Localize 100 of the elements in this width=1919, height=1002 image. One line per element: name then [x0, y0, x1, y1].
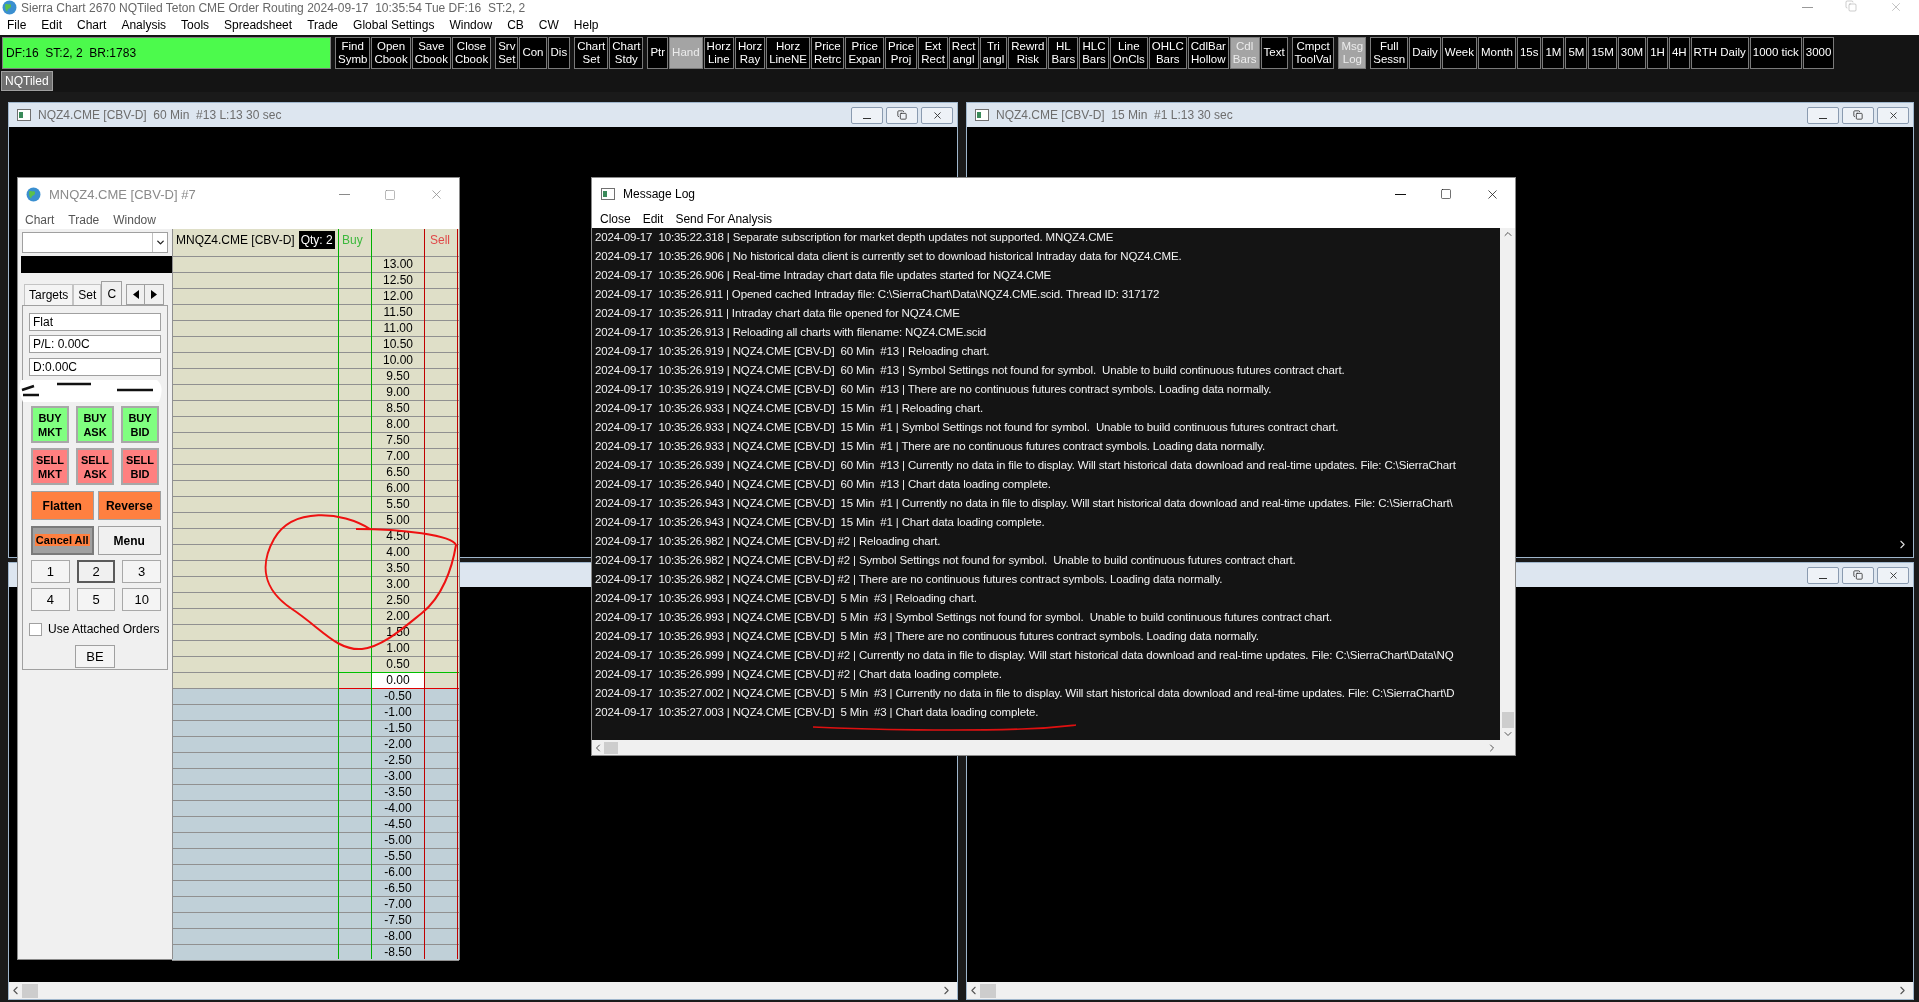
horizontal-scrollbar[interactable]: [967, 982, 1913, 999]
minimize-button[interactable]: [1807, 106, 1839, 124]
restore-button[interactable]: [1842, 106, 1874, 124]
toolbar-button[interactable]: Chart Set: [574, 36, 609, 69]
toolbar-button[interactable]: Chart Stdy: [609, 36, 644, 69]
price-cell[interactable]: -0.50: [372, 689, 424, 704]
symbol-dropdown[interactable]: [22, 232, 168, 253]
price-cell[interactable]: -5.00: [372, 833, 424, 848]
price-cell[interactable]: -1.00: [372, 705, 424, 720]
price-cell[interactable]: -8.50: [372, 945, 424, 960]
price-cell[interactable]: 5.00: [372, 513, 424, 528]
menu-item[interactable]: Close: [600, 210, 631, 228]
breakeven-button[interactable]: BE: [75, 645, 115, 668]
toolbar-button[interactable]: Rewrd Risk: [1008, 36, 1048, 69]
toolbar-button[interactable]: 30M: [1617, 36, 1647, 69]
price-cell[interactable]: 4.00: [372, 545, 424, 560]
price-cell[interactable]: 0.50: [372, 657, 424, 672]
toolbar-button[interactable]: Ext Rect: [918, 36, 948, 69]
price-cell[interactable]: -3.50: [372, 785, 424, 800]
price-cell[interactable]: -5.50: [372, 849, 424, 864]
price-cell[interactable]: 10.50: [372, 337, 424, 352]
flatten-button[interactable]: Flatten: [31, 491, 94, 520]
menu-item[interactable]: File: [7, 16, 27, 34]
quantity-button[interactable]: 5: [76, 588, 116, 611]
toolbar-button[interactable]: Ptr: [647, 36, 669, 69]
toolbar-button[interactable]: Price Expan: [845, 36, 884, 69]
menu-item[interactable]: Send For Analysis: [675, 210, 773, 228]
price-cell[interactable]: -2.00: [372, 737, 424, 752]
close-icon[interactable]: [1889, 0, 1903, 14]
price-cell[interactable]: 6.50: [372, 465, 424, 480]
menu-item[interactable]: Spreadsheet: [224, 16, 293, 34]
price-cell[interactable]: 0.00: [372, 673, 424, 688]
restore-button[interactable]: [1842, 566, 1874, 584]
scrollbar-thumb[interactable]: [604, 741, 618, 754]
menu-item[interactable]: Global Settings: [353, 16, 435, 34]
toolbar-button[interactable]: 1H: [1647, 36, 1668, 69]
cancel-all-button[interactable]: Cancel All: [31, 526, 94, 555]
toolbar-button[interactable]: 15s: [1516, 36, 1542, 69]
price-cell[interactable]: 8.00: [372, 417, 424, 432]
toolbar-button[interactable]: 1M: [1542, 36, 1565, 69]
toolbar-button[interactable]: Text: [1260, 36, 1288, 69]
price-cell[interactable]: -6.50: [372, 881, 424, 896]
toolbar-button[interactable]: CdlBar Hollow: [1187, 36, 1229, 69]
toolbar-button[interactable]: Horz LineNE: [766, 36, 810, 69]
quantity-button[interactable]: 3: [122, 560, 161, 583]
panel-tab[interactable]: Set: [73, 284, 102, 305]
toolbar-button[interactable]: Srv Set: [495, 36, 519, 69]
price-cell[interactable]: 5.50: [372, 497, 424, 512]
price-cell[interactable]: -2.50: [372, 753, 424, 768]
checkbox[interactable]: [29, 622, 42, 636]
toolbar-button[interactable]: Cmpct ToolVal: [1291, 36, 1335, 69]
price-cell[interactable]: 1.00: [372, 641, 424, 656]
quantity-button[interactable]: 2: [76, 560, 116, 583]
price-cell[interactable]: 12.00: [372, 289, 424, 304]
menu-item[interactable]: Analysis: [121, 16, 167, 34]
restore-button[interactable]: [886, 106, 918, 124]
price-cell[interactable]: 9.50: [372, 369, 424, 384]
toolbar-button[interactable]: Week: [1441, 36, 1477, 69]
buy-button[interactable]: BUY MKT: [31, 406, 69, 443]
toolbar-button[interactable]: Full Sessn: [1370, 36, 1409, 69]
toolbar-button[interactable]: RTH Daily: [1690, 36, 1749, 69]
toolbar-button[interactable]: Month: [1477, 36, 1516, 69]
price-cell[interactable]: 2.00: [372, 609, 424, 624]
price-cell[interactable]: -4.00: [372, 801, 424, 816]
price-cell[interactable]: 6.00: [372, 481, 424, 496]
sell-button[interactable]: SELL BID: [121, 448, 159, 485]
price-cell[interactable]: -6.00: [372, 865, 424, 880]
toolbar-button[interactable]: 3000: [1802, 36, 1835, 69]
price-cell[interactable]: 12.50: [372, 273, 424, 288]
toolbar-button[interactable]: Daily: [1409, 36, 1441, 69]
price-cell[interactable]: -1.50: [372, 721, 424, 736]
price-cell[interactable]: 7.00: [372, 449, 424, 464]
toolbar-button[interactable]: Close Cbook: [451, 36, 492, 69]
price-cell[interactable]: 13.00: [372, 257, 424, 272]
menu-item[interactable]: Trade: [307, 16, 339, 34]
toolbar-button[interactable]: Price Proj: [885, 36, 918, 69]
toolbar-button[interactable]: Price Retrc: [810, 36, 845, 69]
toolbar-button[interactable]: Horz Ray: [734, 36, 766, 69]
menu-item[interactable]: Help: [573, 16, 599, 34]
price-cell[interactable]: 3.50: [372, 561, 424, 576]
horizontal-scrollbar[interactable]: [592, 740, 1500, 755]
quantity-button[interactable]: 4: [31, 588, 70, 611]
vertical-scrollbar[interactable]: [1500, 228, 1515, 755]
menu-item[interactable]: Edit: [642, 210, 664, 228]
toolbar-button[interactable]: Save Cbook: [411, 36, 451, 69]
toolbar-button[interactable]: 5M: [1565, 36, 1588, 69]
toolbar-button[interactable]: OHLC Bars: [1148, 36, 1187, 69]
price-cell[interactable]: -3.00: [372, 769, 424, 784]
price-cell[interactable]: -8.00: [372, 929, 424, 944]
toolbar-button[interactable]: Con: [519, 36, 547, 69]
price-cell[interactable]: 9.00: [372, 385, 424, 400]
buy-button[interactable]: BUY ASK: [76, 406, 114, 443]
price-cell[interactable]: 2.50: [372, 593, 424, 608]
toolbar-button[interactable]: Line OnCls: [1109, 36, 1148, 69]
close-button[interactable]: [921, 106, 953, 124]
menu-item[interactable]: Window: [449, 16, 493, 34]
sell-button[interactable]: SELL ASK: [76, 448, 114, 485]
scrollbar-thumb[interactable]: [980, 983, 996, 998]
price-cell[interactable]: 11.00: [372, 321, 424, 336]
minimize-button[interactable]: [851, 106, 883, 124]
